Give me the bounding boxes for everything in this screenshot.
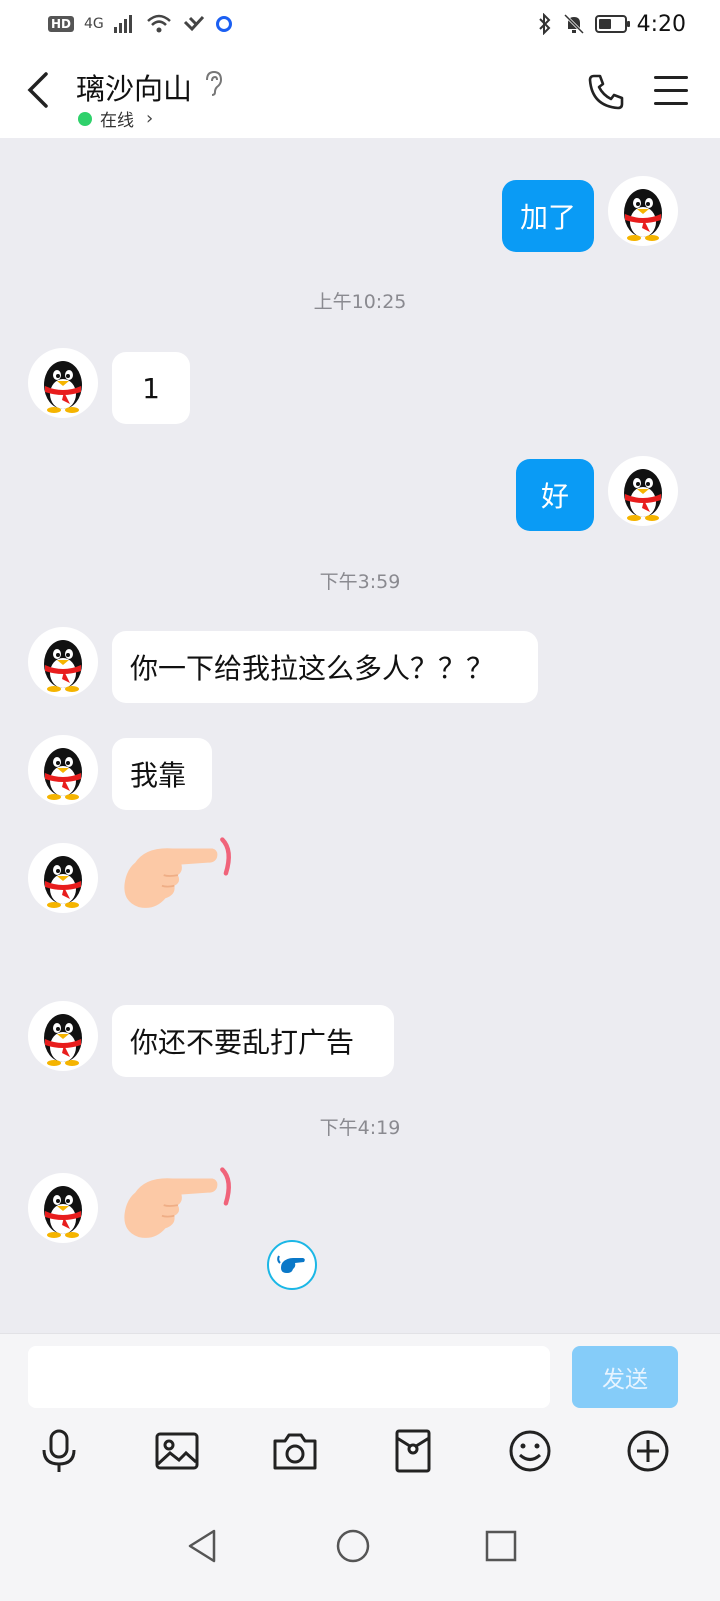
penguin-avatar-icon bbox=[44, 856, 82, 908]
hd-badge: HD bbox=[48, 16, 75, 32]
mic-icon[interactable] bbox=[34, 1426, 84, 1476]
pointing-hand-icon bbox=[277, 1255, 305, 1273]
nav-home-icon[interactable] bbox=[333, 1526, 373, 1566]
bluetooth-icon bbox=[538, 13, 551, 35]
battery-icon bbox=[594, 15, 630, 33]
chevron-right-icon: › bbox=[146, 108, 154, 129]
message-bubble-in[interactable]: 你还不要乱打广告 bbox=[112, 1005, 394, 1077]
system-nav-bar bbox=[0, 1500, 720, 1600]
ear-icon[interactable] bbox=[203, 70, 223, 96]
avatar[interactable] bbox=[28, 1173, 98, 1243]
message-input[interactable] bbox=[28, 1346, 550, 1408]
status-left: HD 4G bbox=[48, 14, 232, 34]
nav-back-icon[interactable] bbox=[182, 1526, 222, 1566]
chat-header: 璃沙向山 在线 › bbox=[0, 48, 720, 138]
avatar[interactable] bbox=[28, 735, 98, 805]
avatar[interactable] bbox=[608, 176, 678, 246]
status-bar: HD 4G 4:20 bbox=[0, 0, 720, 48]
message-bubble-in[interactable]: 1 bbox=[112, 352, 190, 424]
plus-icon[interactable] bbox=[623, 1426, 673, 1476]
camera-icon[interactable] bbox=[270, 1426, 320, 1476]
mute-bell-icon bbox=[563, 13, 584, 35]
online-label: 在线 bbox=[100, 111, 134, 131]
jump-to-emoji-button[interactable] bbox=[267, 1240, 317, 1290]
qq-notification-icon bbox=[215, 16, 232, 32]
heart-link-icon bbox=[183, 15, 204, 32]
clock: 4:20 bbox=[636, 11, 686, 37]
avatar[interactable] bbox=[28, 627, 98, 697]
red-packet-icon[interactable] bbox=[388, 1426, 438, 1476]
penguin-avatar-icon bbox=[44, 361, 82, 413]
timestamp: 下午4:19 bbox=[319, 1117, 401, 1139]
online-status[interactable]: 在线 › bbox=[78, 106, 153, 131]
back-button[interactable] bbox=[24, 70, 64, 114]
penguin-avatar-icon bbox=[44, 1186, 82, 1238]
pointing-hand-emoji-icon[interactable] bbox=[112, 1166, 242, 1246]
timestamp: 下午3:59 bbox=[319, 571, 401, 593]
send-button[interactable]: 发送 bbox=[572, 1346, 678, 1408]
chevron-left-icon bbox=[27, 72, 48, 108]
status-right: 4:20 bbox=[537, 12, 686, 37]
message-bubble-in[interactable]: 我靠 bbox=[112, 738, 212, 810]
timestamp: 上午10:25 bbox=[313, 291, 407, 313]
nav-recents-icon[interactable] bbox=[481, 1526, 521, 1566]
message-bubble-in[interactable]: 你一下给我拉这么多人？？？ bbox=[112, 631, 538, 703]
penguin-avatar-icon bbox=[624, 469, 662, 521]
penguin-avatar-icon bbox=[44, 748, 82, 800]
phone-icon[interactable] bbox=[586, 72, 626, 112]
message-bubble-out[interactable]: 好 bbox=[516, 459, 594, 531]
penguin-avatar-icon bbox=[44, 640, 82, 692]
menu-button[interactable] bbox=[654, 76, 688, 106]
emoji-icon[interactable] bbox=[505, 1426, 555, 1476]
avatar[interactable] bbox=[28, 348, 98, 418]
message-bubble-out[interactable]: 加了 bbox=[502, 180, 594, 252]
avatar[interactable] bbox=[28, 1001, 98, 1071]
network-label: 4G bbox=[84, 16, 104, 32]
penguin-avatar-icon bbox=[624, 189, 662, 241]
signal-icon bbox=[113, 15, 132, 33]
online-dot-icon bbox=[78, 111, 92, 126]
wifi-icon bbox=[146, 14, 171, 33]
image-icon[interactable] bbox=[152, 1426, 202, 1476]
avatar[interactable] bbox=[608, 456, 678, 526]
avatar[interactable] bbox=[28, 843, 98, 913]
penguin-avatar-icon bbox=[44, 1014, 82, 1066]
contact-name[interactable]: 璃沙向山 bbox=[76, 66, 192, 108]
pointing-hand-emoji-icon[interactable] bbox=[112, 836, 242, 916]
input-toolbar bbox=[0, 1426, 720, 1486]
